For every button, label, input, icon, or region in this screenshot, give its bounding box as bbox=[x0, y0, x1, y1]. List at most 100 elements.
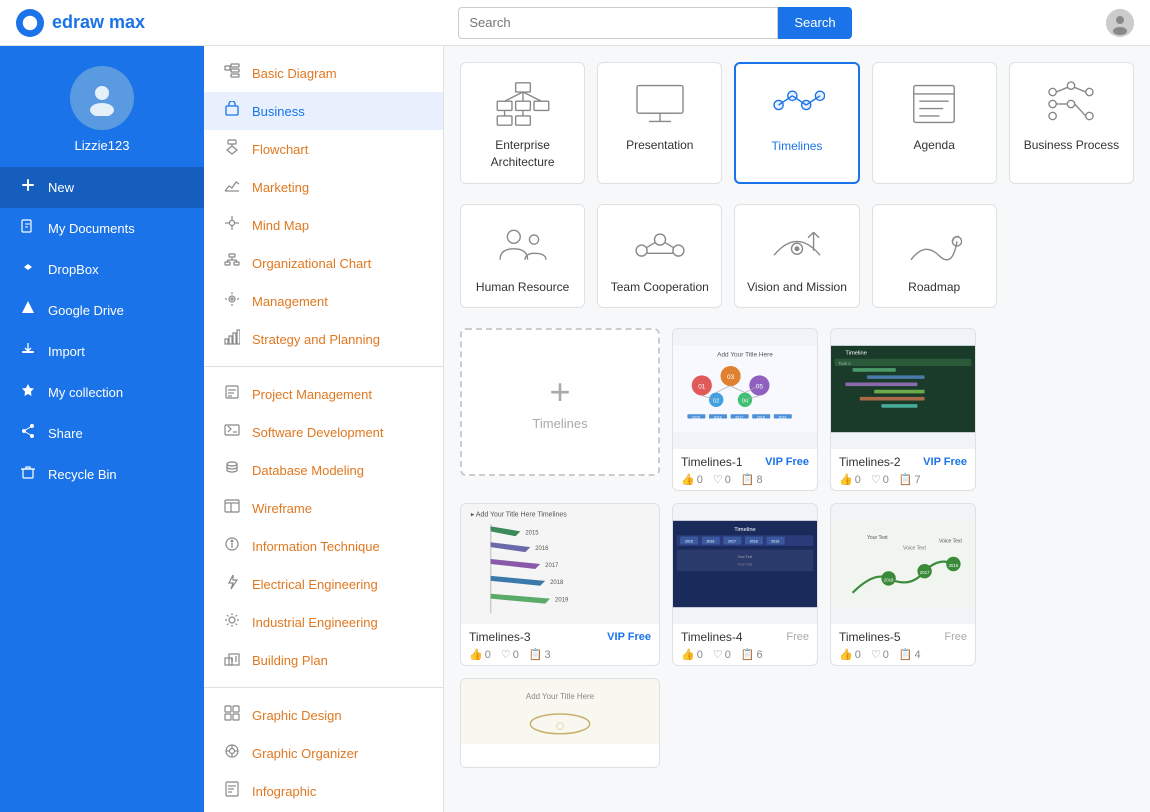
template-card-t4[interactable]: Timeline 2015 2016 2017 2018 2019 You bbox=[672, 503, 818, 666]
menu-item-label: Marketing bbox=[252, 180, 309, 195]
db-modeling-icon bbox=[222, 460, 242, 480]
new-template-label: Timelines bbox=[532, 416, 587, 431]
svg-text:2017: 2017 bbox=[920, 570, 930, 575]
sidebar-item-share[interactable]: Share bbox=[0, 413, 204, 454]
menu-item-db-modeling[interactable]: Database Modeling bbox=[204, 451, 443, 489]
graphic-design-icon bbox=[222, 705, 242, 725]
svg-text:2018: 2018 bbox=[757, 416, 765, 420]
sidebar-item-new[interactable]: New bbox=[0, 167, 204, 208]
svg-text:2015: 2015 bbox=[685, 540, 693, 544]
t1-name: Timelines-1 bbox=[681, 455, 743, 469]
template-card-t5[interactable]: 2018 2017 2016 Your Text Voice Text Voic… bbox=[830, 503, 976, 666]
menu-item-marketing[interactable]: Marketing bbox=[204, 168, 443, 206]
menu-item-flowchart[interactable]: Flowchart bbox=[204, 130, 443, 168]
menu-item-info-tech[interactable]: Information Technique bbox=[204, 527, 443, 565]
menu-item-graphic-organizer[interactable]: Graphic Organizer bbox=[204, 734, 443, 772]
t3-copies: 📋 3 bbox=[529, 648, 551, 661]
user-icon-area bbox=[1094, 9, 1134, 37]
menu-item-management[interactable]: Management bbox=[204, 282, 443, 320]
t5-copies: 📋 4 bbox=[899, 648, 921, 661]
menu-section-1: Basic Diagram Business Flowchart Marketi… bbox=[204, 54, 443, 358]
menu-item-software-dev[interactable]: Software Development bbox=[204, 413, 443, 451]
human-resource-icon bbox=[493, 221, 553, 271]
category-card-presentation[interactable]: Presentation bbox=[597, 62, 722, 184]
menu-item-mind-map[interactable]: Mind Map bbox=[204, 206, 443, 244]
template-card-t2[interactable]: Timeline Task A bbox=[830, 328, 976, 491]
roadmap-label: Roadmap bbox=[908, 279, 960, 296]
menu-item-project-mgmt[interactable]: Project Management bbox=[204, 375, 443, 413]
t3-footer: Timelines-3 VIP Free 👍 0 ♡ 0 📋 3 bbox=[461, 624, 659, 665]
flowchart-icon bbox=[222, 139, 242, 159]
category-card-agenda[interactable]: Agenda bbox=[872, 62, 997, 184]
sidebar-item-label: New bbox=[48, 180, 74, 195]
svg-text:Timeline: Timeline bbox=[845, 351, 867, 357]
menu-divider-1 bbox=[204, 366, 443, 367]
svg-text:01: 01 bbox=[698, 384, 706, 391]
sidebar-item-google-drive[interactable]: Google Drive bbox=[0, 290, 204, 331]
menu-item-strategy[interactable]: Strategy and Planning bbox=[204, 320, 443, 358]
template-card-t1[interactable]: Add Your Title Here 01 03 05 02 04 bbox=[672, 328, 818, 491]
presentation-label: Presentation bbox=[626, 137, 693, 154]
category-card-human-resource[interactable]: Human Resource bbox=[460, 204, 585, 309]
sidebar-item-label: Google Drive bbox=[48, 303, 124, 318]
agenda-label: Agenda bbox=[914, 137, 955, 154]
t2-name: Timelines-2 bbox=[839, 455, 901, 469]
sidebar-nav: New My Documents DropBox Google Drive bbox=[0, 167, 204, 495]
menu-item-electrical[interactable]: Electrical Engineering bbox=[204, 565, 443, 603]
template-card-extra[interactable]: Add Your Title Here ◯ bbox=[460, 678, 660, 768]
category-card-enterprise-arch[interactable]: Enterprise Architecture bbox=[460, 62, 585, 184]
my-documents-icon bbox=[18, 218, 38, 239]
vision-mission-icon bbox=[767, 221, 827, 271]
menu-item-industrial[interactable]: Industrial Engineering bbox=[204, 603, 443, 641]
sidebar-item-recycle-bin[interactable]: Recycle Bin bbox=[0, 454, 204, 495]
t5-badge: Free bbox=[944, 631, 967, 643]
svg-text:Voice Text: Voice Text bbox=[939, 539, 962, 545]
svg-text:Add Your Title Here: Add Your Title Here bbox=[526, 693, 595, 702]
sidebar-item-dropbox[interactable]: DropBox bbox=[0, 249, 204, 290]
menu-item-label: Building Plan bbox=[252, 653, 328, 668]
menu-item-wireframe[interactable]: Wireframe bbox=[204, 489, 443, 527]
svg-text:2016: 2016 bbox=[714, 416, 722, 420]
svg-text:2017: 2017 bbox=[735, 416, 743, 420]
menu-item-business[interactable]: Business bbox=[204, 92, 443, 130]
business-process-label: Business Process bbox=[1024, 137, 1119, 154]
category-card-roadmap[interactable]: Roadmap bbox=[872, 204, 997, 309]
category-card-timelines[interactable]: Timelines bbox=[734, 62, 859, 184]
business-icon bbox=[222, 101, 242, 121]
t3-name: Timelines-3 bbox=[469, 630, 531, 644]
menu-divider-2 bbox=[204, 687, 443, 688]
t5-hearts: ♡ 0 bbox=[871, 648, 889, 661]
import-icon bbox=[18, 341, 38, 362]
svg-text:2018: 2018 bbox=[884, 578, 894, 583]
timelines-label: Timelines bbox=[772, 138, 823, 155]
sidebar-item-my-collection[interactable]: My collection bbox=[0, 372, 204, 413]
category-card-team-cooperation[interactable]: Team Cooperation bbox=[597, 204, 722, 309]
menu-item-label: Mind Map bbox=[252, 218, 309, 233]
t4-likes: 👍 0 bbox=[681, 648, 703, 661]
template-card-t3[interactable]: ▸ Add Your Title Here Timelines 2015 201… bbox=[460, 503, 660, 666]
sidebar-profile: Lizzie123 bbox=[0, 46, 204, 167]
svg-text:Add Your Title Here: Add Your Title Here bbox=[717, 352, 773, 359]
menu-item-graphic-design[interactable]: Graphic Design bbox=[204, 696, 443, 734]
marketing-icon bbox=[222, 177, 242, 197]
new-template-card[interactable]: + Timelines bbox=[460, 328, 660, 476]
org-chart-icon bbox=[222, 253, 242, 273]
user-avatar-small[interactable] bbox=[1106, 9, 1134, 37]
sidebar-item-import[interactable]: Import bbox=[0, 331, 204, 372]
search-input[interactable] bbox=[458, 7, 778, 39]
search-button[interactable]: Search bbox=[778, 7, 851, 39]
svg-text:▸ Add Your Title Here Timelin: ▸ Add Your Title Here Timelines bbox=[471, 512, 567, 519]
menu-item-basic-diagram[interactable]: Basic Diagram bbox=[204, 54, 443, 92]
menu-item-label: Business bbox=[252, 104, 305, 119]
plus-icon: + bbox=[549, 374, 570, 410]
t2-stats: 👍 0 ♡ 0 📋 7 bbox=[839, 473, 967, 486]
sidebar-item-my-documents[interactable]: My Documents bbox=[0, 208, 204, 249]
menu-item-infographic[interactable]: Infographic bbox=[204, 772, 443, 810]
t1-thumbnail: Add Your Title Here 01 03 05 02 04 bbox=[673, 329, 817, 449]
menu-item-building[interactable]: Building Plan bbox=[204, 641, 443, 679]
svg-text:2018: 2018 bbox=[750, 540, 758, 544]
menu-item-org-chart[interactable]: Organizational Chart bbox=[204, 244, 443, 282]
category-card-business-process[interactable]: Business Process bbox=[1009, 62, 1134, 184]
menu-item-label: Organizational Chart bbox=[252, 256, 371, 271]
category-card-vision-mission[interactable]: Vision and Mission bbox=[734, 204, 859, 309]
